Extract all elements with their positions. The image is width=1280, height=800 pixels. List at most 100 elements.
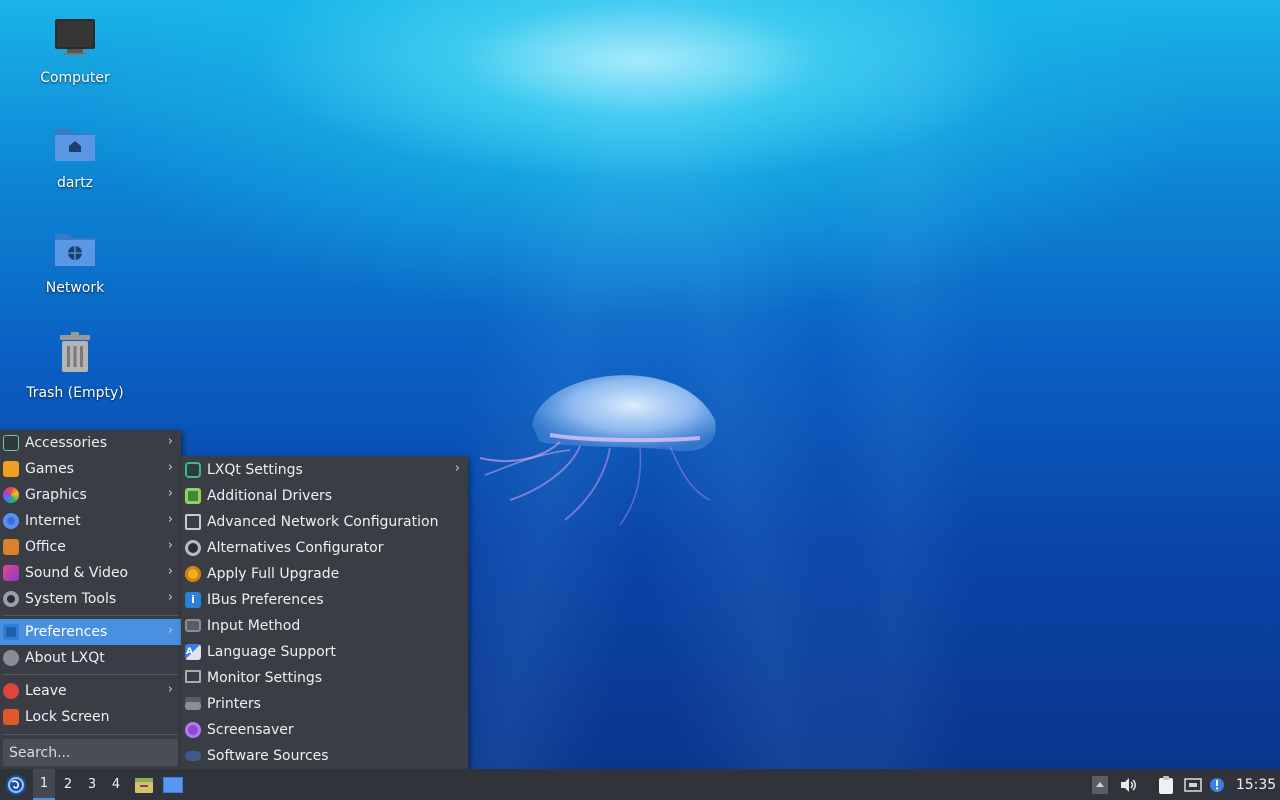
language-icon: A <box>185 644 201 660</box>
sound-video-icon <box>3 565 19 581</box>
desktop-icon-label: Network <box>45 280 105 296</box>
file-manager-icon <box>135 777 153 793</box>
internet-icon <box>3 513 19 529</box>
desktop-icon-label: dartz <box>56 175 94 191</box>
chevron-right-icon: › <box>167 623 173 638</box>
submenu-item-label: Printers <box>207 696 261 712</box>
chevron-right-icon: › <box>454 461 460 476</box>
taskbar: 1 2 3 4 15:35 <box>0 769 1280 800</box>
update-notifier-tray[interactable] <box>1207 769 1227 800</box>
submenu-item-lxqt-settings[interactable]: LXQt Settings › <box>181 457 468 483</box>
submenu-item-printers[interactable]: Printers <box>181 691 468 717</box>
menu-item-label: Lock Screen <box>25 709 110 725</box>
info-icon <box>3 650 19 666</box>
menu-item-lock-screen[interactable]: Lock Screen <box>0 704 181 730</box>
submenu-item-label: Language Support <box>207 644 336 660</box>
submenu-item-alternatives-configurator[interactable]: Alternatives Configurator <box>181 535 468 561</box>
desktop-switch-4[interactable]: 4 <box>105 769 127 800</box>
submenu-item-input-method[interactable]: Input Method <box>181 613 468 639</box>
menu-item-office[interactable]: Office › <box>0 534 181 560</box>
menu-item-accessories[interactable]: Accessories › <box>0 430 181 456</box>
network-tray[interactable] <box>1181 769 1205 800</box>
chevron-right-icon: › <box>167 512 173 527</box>
menu-item-leave[interactable]: Leave › <box>0 678 181 704</box>
screensaver-icon <box>185 722 201 738</box>
submenu-item-label: Apply Full Upgrade <box>207 566 340 582</box>
menu-item-graphics[interactable]: Graphics › <box>0 482 181 508</box>
desktop-switch-1[interactable]: 1 <box>33 769 55 800</box>
menu-separator <box>3 674 178 675</box>
submenu-item-label: IBus Preferences <box>207 592 324 608</box>
wallpaper-jellyfish <box>479 375 716 526</box>
menu-search-input[interactable] <box>3 739 178 766</box>
tray-arrow-button[interactable] <box>1090 769 1110 800</box>
lock-icon <box>3 709 19 725</box>
show-desktop-button[interactable] <box>160 769 186 800</box>
desktop-icon-label: Computer <box>40 70 110 86</box>
chip-icon <box>185 488 201 504</box>
clipboard-tray[interactable] <box>1154 769 1178 800</box>
menu-item-label: Games <box>25 461 74 477</box>
submenu-item-advanced-network-configuration[interactable]: Advanced Network Configuration <box>181 509 468 535</box>
submenu-item-language-support[interactable]: A Language Support <box>181 639 468 665</box>
submenu-item-apply-full-upgrade[interactable]: Apply Full Upgrade <box>181 561 468 587</box>
menu-item-sound-video[interactable]: Sound & Video › <box>0 560 181 586</box>
submenu-item-screensaver[interactable]: Screensaver <box>181 717 468 743</box>
lxqt-settings-icon <box>185 462 201 478</box>
menu-item-label: Accessories <box>25 435 108 451</box>
start-menu-button[interactable] <box>3 769 29 800</box>
menu-item-system-tools[interactable]: System Tools › <box>0 586 181 612</box>
submenu-item-label: Software Sources <box>207 748 329 764</box>
menu-item-label: Graphics <box>25 487 87 503</box>
menu-item-internet[interactable]: Internet › <box>0 508 181 534</box>
desktop-icon-home-folder[interactable]: dartz <box>20 119 130 191</box>
submenu-item-label: Input Method <box>207 618 301 634</box>
menu-item-label: Office <box>25 539 66 555</box>
preferences-icon <box>3 624 19 640</box>
desktop-icon-trash[interactable]: Trash (Empty) <box>20 329 130 401</box>
monitor-icon <box>185 670 201 683</box>
accessories-icon <box>3 435 19 451</box>
chevron-right-icon: › <box>167 538 173 553</box>
alternatives-icon <box>185 540 201 556</box>
network-config-icon <box>185 514 201 530</box>
computer-icon <box>55 19 95 55</box>
menu-item-label: Preferences <box>25 624 108 640</box>
chevron-right-icon: › <box>167 486 173 501</box>
chevron-right-icon: › <box>167 590 173 605</box>
home-folder-icon <box>55 129 95 161</box>
file-manager-launcher[interactable] <box>132 769 156 800</box>
menu-item-games[interactable]: Games › <box>0 456 181 482</box>
desktop-icon-computer[interactable]: Computer <box>20 14 130 86</box>
volume-control[interactable] <box>1116 769 1140 800</box>
system-tools-icon <box>3 591 19 607</box>
office-icon <box>3 539 19 555</box>
clock-time: 15:35 <box>1235 776 1277 793</box>
graphics-icon <box>3 487 19 503</box>
upgrade-icon <box>185 566 201 582</box>
menu-item-preferences[interactable]: Preferences › <box>0 619 181 645</box>
menu-item-about-lxqt[interactable]: About LXQt <box>0 645 181 671</box>
desktop-icon-label: Trash (Empty) <box>26 385 124 401</box>
desktop-icon-network[interactable]: Network <box>20 224 130 296</box>
printer-icon <box>185 697 201 710</box>
submenu-item-monitor-settings[interactable]: Monitor Settings <box>181 665 468 691</box>
submenu-item-additional-drivers[interactable]: Additional Drivers <box>181 483 468 509</box>
desktop-switch-2[interactable]: 2 <box>57 769 79 800</box>
clock[interactable]: 15:35 <box>1232 769 1280 800</box>
submenu-item-label: Screensaver <box>207 722 294 738</box>
chevron-right-icon: › <box>167 460 173 475</box>
preferences-submenu: LXQt Settings › Additional Drivers Advan… <box>181 456 468 769</box>
network-folder-icon <box>55 234 95 266</box>
menu-separator <box>3 734 178 735</box>
software-sources-icon <box>185 751 201 761</box>
network-wired-icon <box>1184 777 1202 792</box>
desktop-switch-3[interactable]: 3 <box>81 769 103 800</box>
trash-icon <box>60 332 90 372</box>
submenu-item-software-sources[interactable]: Software Sources <box>181 743 468 769</box>
desktop-number: 2 <box>63 777 73 792</box>
menu-item-label: Internet <box>25 513 81 529</box>
submenu-item-ibus-preferences[interactable]: i IBus Preferences <box>181 587 468 613</box>
submenu-item-label: Additional Drivers <box>207 488 333 504</box>
menu-item-label: Sound & Video <box>25 565 129 581</box>
